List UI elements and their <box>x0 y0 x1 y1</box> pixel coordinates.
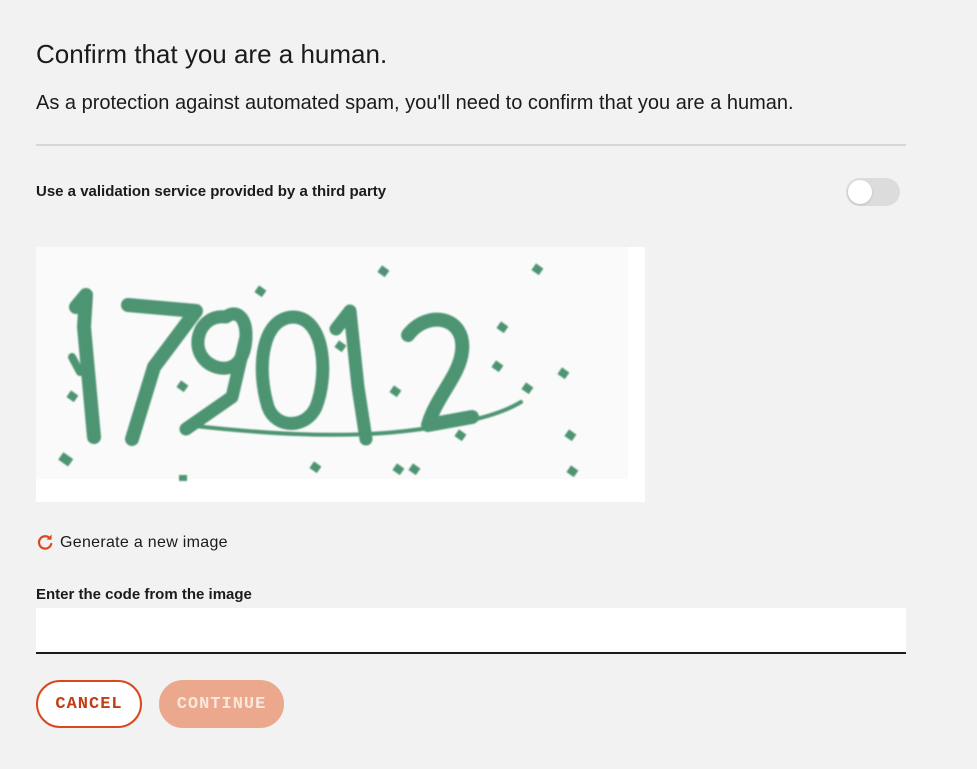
refresh-icon <box>37 534 53 550</box>
validation-service-label: Use a validation service provided by a t… <box>36 183 387 200</box>
continue-button[interactable]: CONTINUE <box>159 680 284 728</box>
validation-service-row: Use a validation service provided by a t… <box>36 178 906 208</box>
cancel-button[interactable]: CANCEL <box>36 680 142 728</box>
captcha-graphic <box>36 247 628 481</box>
divider <box>36 144 906 146</box>
validation-service-toggle[interactable] <box>846 178 900 206</box>
toggle-knob <box>848 180 872 204</box>
page-description: As a protection against automated spam, … <box>36 92 794 114</box>
code-field-label: Enter the code from the image <box>36 586 252 603</box>
captcha-image <box>36 247 645 502</box>
page-title: Confirm that you are a human. <box>36 39 388 69</box>
generate-new-image-label: Generate a new image <box>60 534 228 551</box>
captcha-code-input[interactable] <box>36 608 906 654</box>
